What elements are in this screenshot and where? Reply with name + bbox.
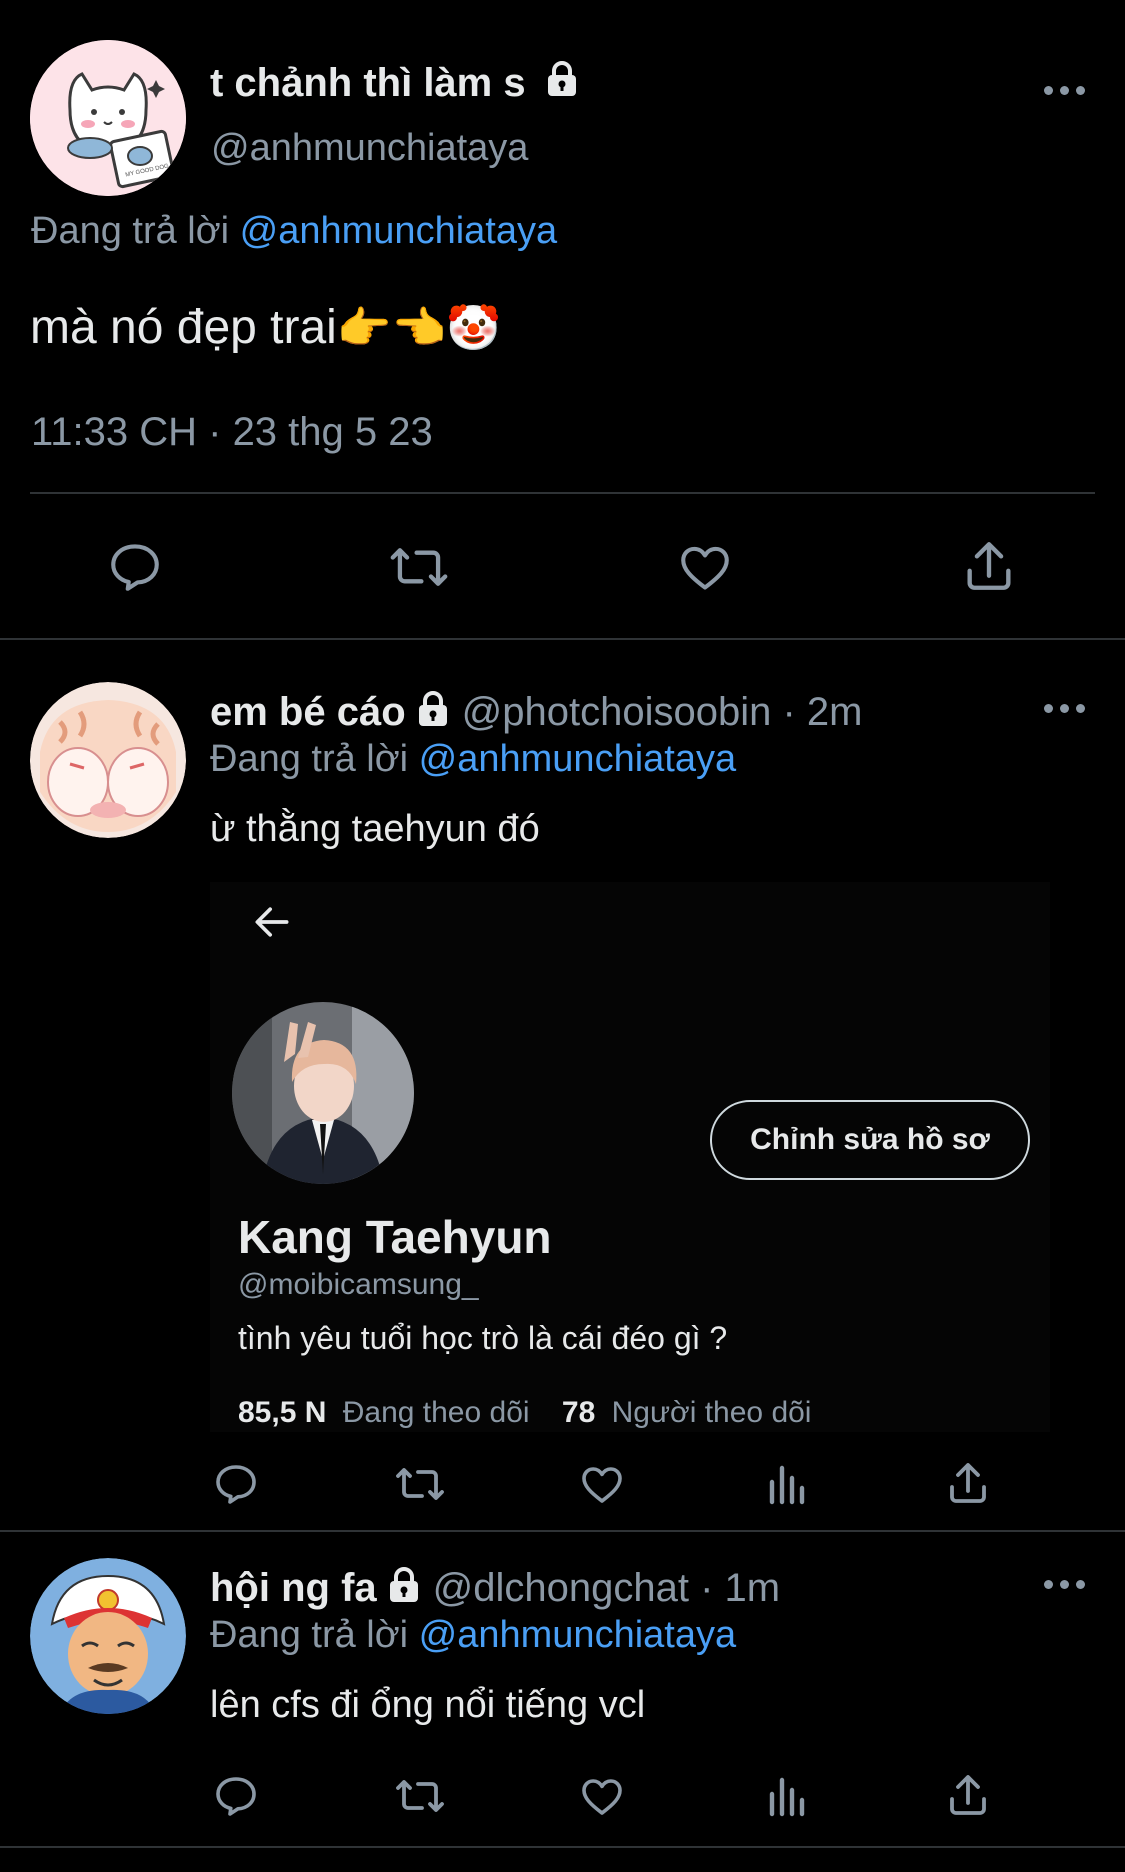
more-icon[interactable] (1044, 86, 1088, 98)
replying-to-label: Đang trả lời (210, 1614, 409, 1656)
profile-handle: @moibicamsung_ (238, 1268, 479, 1301)
tweet-text: mà nó đẹp trai👉👈🤡 (30, 300, 501, 355)
like-icon[interactable] (676, 538, 734, 596)
embedded-image[interactable]: Chỉnh sửa hồ sơ Kang Taehyun @moibicamsu… (210, 882, 1050, 1432)
replying-to-label: Đang trả lời (31, 210, 230, 252)
reply1-text: ừ thằng taehyun đó (210, 808, 540, 850)
replying-to: Đang trả lời @anhmunchiataya (31, 210, 557, 253)
profile-stats: 85,5 N Đang theo dõi 78 Người theo dõi (238, 1396, 811, 1428)
reply2-header: hội ng fa @dlchongchat · 1m (210, 1566, 780, 1611)
share-icon[interactable] (960, 536, 1018, 596)
retweet-icon[interactable] (388, 538, 450, 596)
replying-to-handle[interactable]: @anhmunchiataya (419, 738, 736, 780)
lock-icon (543, 60, 581, 98)
tweet-divider (0, 1530, 1125, 1532)
reply2-time: · 1m (700, 1566, 781, 1610)
profile-bio: tình yêu tuổi học trò là cái đéo gì ? (238, 1320, 728, 1356)
reply-icon[interactable] (212, 1772, 260, 1820)
reply2-author-name[interactable]: hội ng fa (210, 1566, 377, 1610)
analytics-icon[interactable] (762, 1460, 810, 1508)
retweet-icon[interactable] (394, 1460, 446, 1508)
following-label: Đang theo dõi (342, 1396, 530, 1428)
lock-icon (385, 1566, 423, 1604)
replying-to-label: Đang trả lời (210, 738, 409, 780)
reply1-header: em bé cáo @photchoisoobin · 2m (210, 690, 863, 735)
reply2-replying-to: Đang trả lời @anhmunchiataya (210, 1614, 736, 1657)
lock-icon (414, 690, 452, 728)
edit-profile-button[interactable]: Chỉnh sửa hồ sơ (710, 1100, 1030, 1180)
reply2-handle[interactable]: @dlchongchat (433, 1566, 689, 1610)
edit-profile-label: Chỉnh sửa hồ sơ (750, 1123, 990, 1156)
following-count: 85,5 N (238, 1396, 327, 1428)
avatar-reply1[interactable] (30, 682, 186, 838)
profile-name: Kang Taehyun (238, 1211, 552, 1263)
author-handle[interactable]: @anhmunchiataya (211, 127, 528, 170)
reply-icon[interactable] (212, 1460, 260, 1508)
replying-to-handle[interactable]: @anhmunchiataya (240, 210, 557, 252)
analytics-icon[interactable] (762, 1772, 810, 1820)
tweet-text-body: mà nó đẹp trai (30, 301, 337, 354)
like-icon[interactable] (578, 1460, 626, 1508)
profile-avatar (232, 1002, 414, 1184)
reply2-text: lên cfs đi ổng nổi tiếng vcl (210, 1684, 646, 1726)
replying-to-handle[interactable]: @anhmunchiataya (419, 1614, 736, 1656)
reply1-handle[interactable]: @photchoisoobin (462, 690, 772, 734)
avatar-main[interactable]: MY GOOD DOG (30, 40, 186, 196)
like-icon[interactable] (578, 1772, 626, 1820)
tweet-divider (0, 638, 1125, 640)
tweet-timestamp: 11:33 CH · 23 thg 5 23 (31, 410, 433, 454)
author-name[interactable]: t chảnh thì làm s (210, 60, 581, 106)
share-icon[interactable] (944, 1458, 992, 1508)
reply1-time: · 2m (782, 690, 863, 734)
author-name-text: t chảnh thì làm s (210, 61, 526, 105)
retweet-icon[interactable] (394, 1772, 446, 1820)
share-icon[interactable] (944, 1770, 992, 1820)
reply1-replying-to: Đang trả lời @anhmunchiataya (210, 738, 736, 781)
timestamp-divider (30, 492, 1095, 494)
followers-label: Người theo dõi (611, 1396, 812, 1428)
reply-icon[interactable] (106, 538, 164, 596)
avatar-reply2[interactable] (30, 1558, 186, 1714)
tweet-divider (0, 1846, 1125, 1848)
more-icon[interactable] (1044, 704, 1088, 716)
tweet-emoji: 👉👈🤡 (336, 304, 502, 353)
more-icon[interactable] (1044, 1580, 1088, 1592)
back-arrow-icon (250, 900, 294, 944)
followers-count: 78 (561, 1396, 596, 1428)
reply1-author-name[interactable]: em bé cáo (210, 690, 406, 734)
